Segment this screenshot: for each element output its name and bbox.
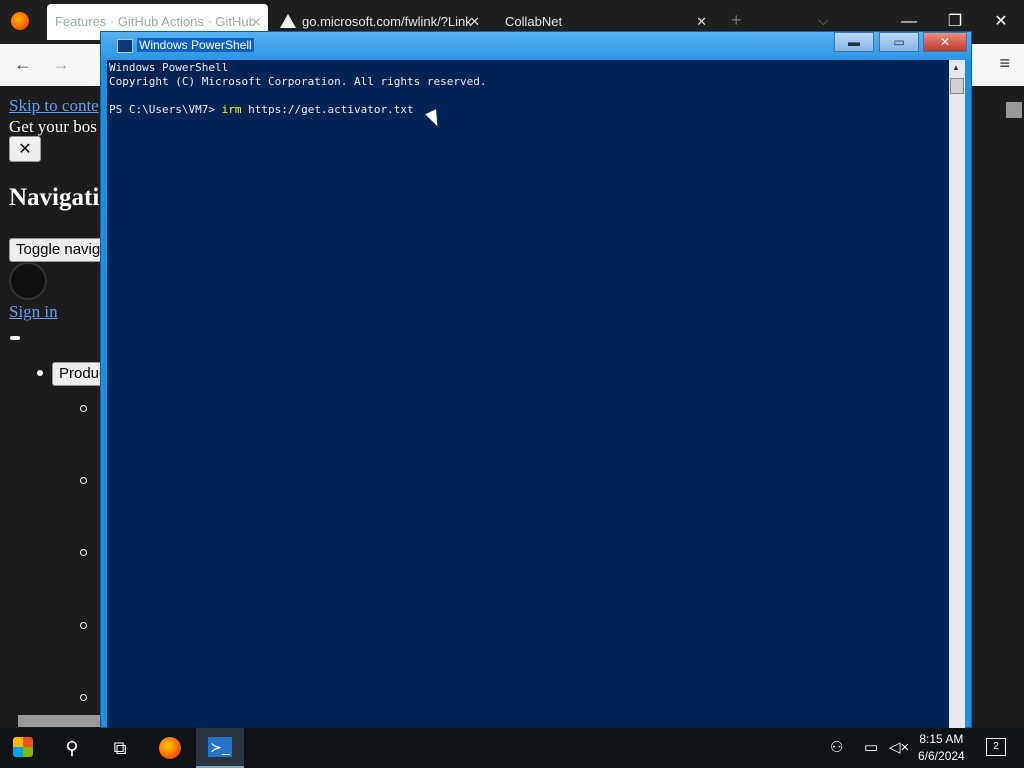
close-window-button[interactable]: ✕ (978, 0, 1024, 44)
notification-center-icon[interactable]: 2 (986, 738, 1006, 756)
console-prompt: PS C:\Users\VM7> (109, 103, 222, 116)
powershell-icon: ≻_ (208, 737, 232, 757)
powershell-window-title: Windows PowerShell (137, 38, 254, 52)
scroll-up-arrow-icon[interactable]: ▲ (952, 63, 960, 72)
console-scrollbar-thumb[interactable] (950, 78, 964, 94)
console-vertical-scrollbar[interactable]: ▲ (949, 60, 965, 729)
powershell-maximize-button[interactable]: ▭ (879, 32, 919, 52)
back-arrow-icon[interactable]: ← (14, 54, 32, 75)
network-icon[interactable]: ▭ (864, 728, 878, 768)
firefox-logo-icon[interactable] (11, 12, 29, 30)
clock-time: 8:15 AM (919, 732, 964, 746)
page-vertical-scrollbar-thumb[interactable] (1006, 102, 1022, 118)
list-bullet (80, 694, 87, 701)
clock-date: 6/6/2024 (918, 749, 965, 763)
people-icon[interactable]: ⚇ (830, 728, 843, 768)
powershell-close-button[interactable]: ✕ (923, 32, 967, 52)
list-bullet (80, 549, 87, 556)
powershell-window[interactable]: Windows PowerShell ▬ ▭ ✕ Windows PowerSh… (100, 31, 972, 729)
start-icon[interactable] (13, 737, 33, 757)
list-bullet (80, 477, 87, 484)
firefox-icon[interactable] (159, 737, 181, 759)
navigation-heading: Navigati (9, 184, 100, 211)
task-view-icon[interactable]: ⧉ (96, 728, 144, 768)
horizontal-scrollbar-thumb[interactable] (18, 715, 100, 727)
console-header-line: Windows PowerShell (109, 61, 229, 74)
hamburger-menu-icon[interactable]: ≡ (999, 53, 1010, 74)
tab-list-chevron-icon[interactable]: ⌵ (818, 12, 829, 29)
command-keyword: irm (221, 103, 242, 116)
console-command-line: PS C:\Users\VM7> irm https://get.activat… (109, 103, 414, 116)
banner-text: Get your bos (9, 117, 97, 136)
warning-icon (280, 14, 296, 28)
close-banner-button[interactable]: ✕ (9, 136, 41, 162)
toggle-pill-icon (10, 336, 20, 340)
tab-label: Features · GitHub Actions · GitHub (55, 14, 256, 29)
powershell-icon[interactable] (117, 39, 133, 53)
taskbar-clock[interactable]: 8:15 AM 6/6/2024 (918, 731, 965, 765)
tab-label: CollabNet (505, 14, 563, 29)
sign-in-link[interactable]: Sign in (9, 302, 58, 322)
list-bullet (80, 622, 87, 629)
command-argument: https://get.activator.txt (241, 103, 414, 116)
list-bullet (80, 405, 87, 412)
powershell-taskbar-button[interactable]: ≻_ (196, 728, 244, 768)
powershell-console[interactable]: Windows PowerShell Copyright (C) Microso… (107, 60, 949, 729)
console-copyright-line: Copyright (C) Microsoft Corporation. All… (109, 75, 487, 88)
skip-to-content-link[interactable]: Skip to conte (9, 96, 99, 116)
windows-taskbar: ⚲ ⧉ ≻_ ⚇ ▭ ◁× 8:15 AM 6/6/2024 2 (0, 728, 1024, 768)
volume-muted-icon[interactable]: ◁× (889, 728, 909, 768)
forward-arrow-icon[interactable]: → (52, 54, 70, 75)
powershell-title-bar[interactable]: Windows PowerShell ▬ ▭ ✕ (101, 32, 971, 60)
powershell-minimize-button[interactable]: ▬ (834, 32, 874, 52)
search-icon[interactable]: ⚲ (48, 728, 96, 768)
list-bullet (37, 370, 43, 376)
tab-label: go.microsoft.com/fwlink/?Link (302, 14, 472, 29)
github-logo-icon[interactable] (9, 262, 47, 300)
new-tab-button[interactable]: + (731, 10, 742, 31)
